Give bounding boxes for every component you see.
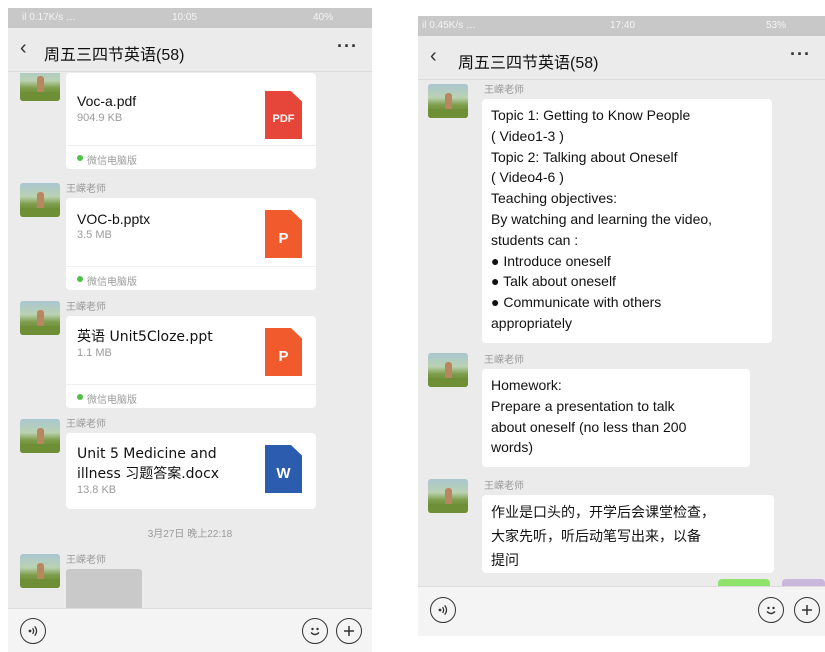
input-bar bbox=[418, 586, 825, 636]
left-phone-screen: il 0.17K/s … 10:05 40% ‹ 周五三四节英语(58) ···… bbox=[8, 8, 372, 652]
plus-icon[interactable] bbox=[794, 597, 820, 623]
more-icon[interactable]: ··· bbox=[337, 36, 358, 57]
file-size: 13.8 KB bbox=[77, 484, 117, 496]
source-dot-icon bbox=[77, 394, 83, 400]
avatar[interactable] bbox=[20, 419, 60, 453]
chat-header: ‹ 周五三四节英语(58) ··· bbox=[418, 36, 825, 80]
right-phone-screen: il 0.45K/s … 17:40 53% ‹ 周五三四节英语(58) ···… bbox=[418, 16, 825, 636]
message-line: students can : bbox=[491, 231, 579, 248]
avatar[interactable] bbox=[428, 353, 468, 387]
status-bar: il 0.45K/s … 17:40 53% bbox=[418, 16, 825, 36]
file-name: VOC-b.pptx bbox=[77, 211, 151, 227]
message-timestamp: 3月27日 晚上22:18 bbox=[147, 529, 233, 540]
plus-icon[interactable] bbox=[336, 618, 362, 644]
avatar[interactable] bbox=[20, 73, 60, 101]
text-message[interactable]: Homework: Prepare a presentation to talk… bbox=[482, 369, 750, 467]
network-status: il 0.17K/s … bbox=[12, 12, 76, 23]
chat-title: 周五三四节英语(58) bbox=[458, 55, 599, 72]
pdf-icon: PDF bbox=[265, 91, 302, 139]
input-bar bbox=[8, 608, 372, 652]
file-size: 904.9 KB bbox=[77, 112, 123, 124]
avatar[interactable] bbox=[20, 301, 60, 335]
ppt-icon: P bbox=[265, 210, 302, 258]
file-size: 3.5 MB bbox=[77, 229, 112, 241]
avatar[interactable] bbox=[428, 84, 468, 118]
text-message[interactable]: 作业是口头的，开学后会课堂检查， 大家先听，听后动笔写出来，以备 提问 bbox=[482, 495, 774, 573]
message-line: 大家先听，听后动笔写出来，以备 bbox=[491, 529, 701, 545]
message-line: Homework: bbox=[491, 377, 562, 393]
file-source: 微信电脑版 bbox=[66, 384, 316, 408]
file-name: Voc-a.pdf bbox=[77, 93, 137, 109]
chat-header: ‹ 周五三四节英语(58) ··· bbox=[8, 28, 372, 72]
avatar[interactable] bbox=[20, 183, 60, 217]
network-status: il 0.45K/s … bbox=[422, 20, 476, 31]
file-message[interactable]: VOC-b.pptx 3.5 MB P 微信电脑版 bbox=[66, 198, 316, 290]
message-list[interactable]: Voc-a.pdf 904.9 KB PDF 微信电脑版 王嵘老师 VOC-b.… bbox=[8, 73, 372, 608]
source-dot-icon bbox=[77, 276, 83, 282]
sender-name: 王嵘老师 bbox=[66, 302, 106, 313]
file-source: 微信电脑版 bbox=[66, 145, 316, 169]
clock: 17:40 bbox=[610, 20, 636, 31]
file-message[interactable]: Unit 5 Medicine and illness 习题答案.docx 13… bbox=[66, 433, 316, 509]
message-line: words) bbox=[491, 439, 534, 456]
message-line: By watching and learning the video, bbox=[491, 210, 713, 227]
message-line: ( Video4-6 ) bbox=[491, 169, 564, 186]
voice-icon[interactable] bbox=[430, 597, 456, 623]
sender-name: 王嵘老师 bbox=[484, 85, 524, 96]
message-line: Prepare a presentation to talk bbox=[491, 397, 675, 414]
chat-title: 周五三四节英语(58) bbox=[44, 47, 185, 64]
voice-icon[interactable] bbox=[20, 618, 46, 644]
file-message[interactable]: Voc-a.pdf 904.9 KB PDF 微信电脑版 bbox=[66, 73, 316, 169]
file-size: 1.1 MB bbox=[77, 347, 112, 359]
sender-name: 王嵘老师 bbox=[484, 355, 524, 366]
battery-level: 53% bbox=[766, 20, 787, 31]
image-message-placeholder[interactable] bbox=[66, 569, 142, 608]
file-name: Unit 5 Medicine and illness 习题答案.docx bbox=[77, 446, 220, 482]
back-chevron-icon[interactable]: ‹ bbox=[20, 37, 27, 60]
message-line: appropriately bbox=[491, 314, 572, 331]
avatar[interactable] bbox=[20, 554, 60, 588]
message-line: ● Talk about oneself bbox=[491, 273, 616, 290]
message-line: Topic 1: Getting to Know People bbox=[491, 107, 691, 123]
avatar[interactable] bbox=[428, 479, 468, 513]
file-source: 微信电脑版 bbox=[66, 266, 316, 290]
sent-message-edge[interactable] bbox=[718, 579, 770, 586]
back-chevron-icon[interactable]: ‹ bbox=[430, 45, 437, 68]
sender-name: 王嵘老师 bbox=[66, 419, 106, 430]
message-line: 作业是口头的，开学后会课堂检查， bbox=[491, 505, 715, 521]
source-label: 微信电脑版 bbox=[87, 156, 137, 167]
avatar[interactable] bbox=[782, 579, 825, 586]
sender-name: 王嵘老师 bbox=[484, 481, 524, 492]
source-label: 微信电脑版 bbox=[87, 277, 137, 288]
more-icon[interactable]: ··· bbox=[790, 44, 811, 65]
message-line: ● Communicate with others bbox=[491, 294, 662, 311]
source-dot-icon bbox=[77, 155, 83, 161]
source-label: 微信电脑版 bbox=[87, 395, 137, 406]
message-line: ( Video1-3 ) bbox=[491, 127, 564, 144]
word-icon: W bbox=[265, 445, 302, 493]
status-bar: il 0.17K/s … 10:05 40% bbox=[8, 8, 372, 28]
text-message[interactable]: Topic 1: Getting to Know People ( Video1… bbox=[482, 99, 772, 343]
message-list[interactable]: 王嵘老师 Topic 1: Getting to Know People ( V… bbox=[418, 81, 825, 586]
battery-level: 40% bbox=[313, 12, 334, 23]
message-line: 提问 bbox=[491, 553, 519, 569]
file-message[interactable]: 英语 Unit5Cloze.ppt 1.1 MB P 微信电脑版 bbox=[66, 316, 316, 408]
emoji-icon[interactable] bbox=[758, 597, 784, 623]
file-name: 英语 Unit5Cloze.ppt bbox=[77, 329, 213, 345]
emoji-icon[interactable] bbox=[302, 618, 328, 644]
sender-name: 王嵘老师 bbox=[66, 555, 106, 566]
ppt-icon: P bbox=[265, 328, 302, 376]
message-line: Teaching objectives: bbox=[491, 190, 618, 207]
message-line: Topic 2: Talking about Oneself bbox=[491, 148, 678, 165]
message-line: ● Introduce oneself bbox=[491, 252, 611, 269]
message-line: about oneself (no less than 200 bbox=[491, 418, 687, 435]
clock: 10:05 bbox=[172, 12, 198, 23]
sender-name: 王嵘老师 bbox=[66, 184, 106, 195]
